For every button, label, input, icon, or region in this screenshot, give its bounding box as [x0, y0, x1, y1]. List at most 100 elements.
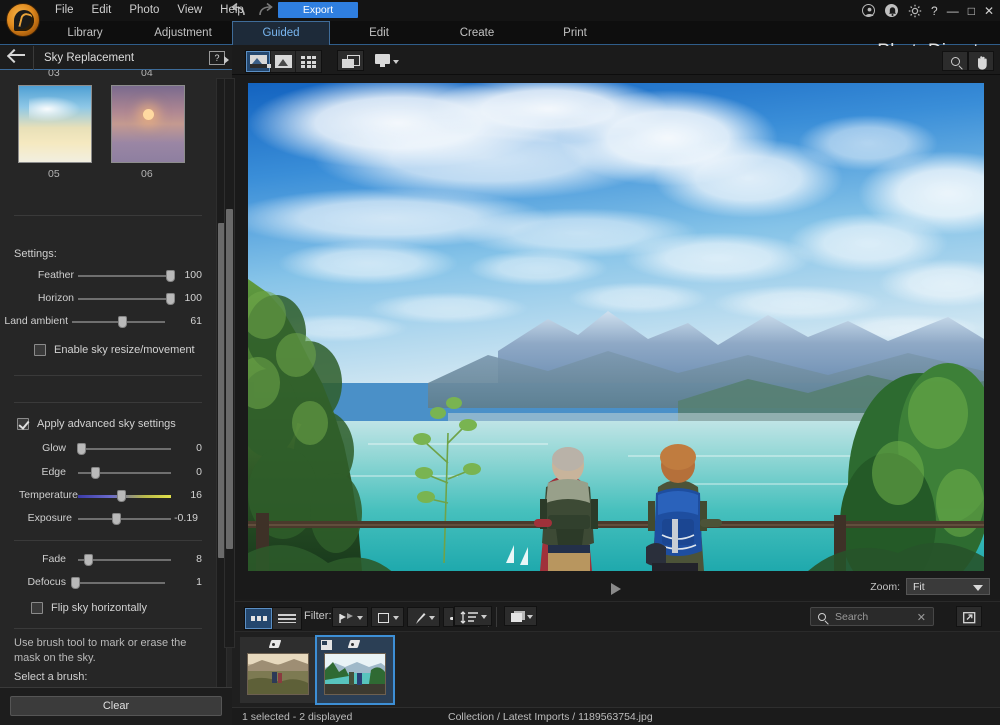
help-icon[interactable]: ? — [931, 5, 938, 17]
clear-button[interactable]: Clear — [10, 696, 222, 716]
gear-icon[interactable] — [908, 4, 922, 18]
checkbox-box[interactable] — [34, 344, 46, 356]
help-tooltip-icon[interactable]: ? — [209, 51, 225, 65]
slider-handle[interactable] — [77, 443, 86, 455]
notification-icon[interactable] — [885, 4, 899, 18]
stack-icon[interactable] — [504, 606, 537, 626]
maximize-button[interactable]: □ — [968, 5, 975, 17]
minimize-button[interactable]: — — [947, 5, 959, 17]
zoom-control: Zoom: Fit — [870, 578, 990, 595]
list-item[interactable] — [240, 637, 316, 703]
search-input[interactable]: Search ✕ — [810, 607, 934, 626]
export-button[interactable]: Export — [278, 2, 358, 18]
sky-preset-thumb-06[interactable] — [111, 85, 185, 163]
slider-defocus[interactable]: Defocus 1 — [8, 575, 202, 591]
divider — [14, 215, 202, 216]
slider-handle[interactable] — [117, 490, 126, 502]
play-slideshow-icon[interactable] — [611, 583, 621, 595]
slider-land-ambient[interactable]: Land ambient 61 — [8, 314, 202, 330]
filmstrip — [232, 631, 1000, 707]
compare-view-icon[interactable] — [337, 50, 364, 71]
tab-guided[interactable]: Guided — [232, 21, 330, 45]
slider-label: Edge — [41, 466, 66, 478]
color-label-filter-icon[interactable] — [407, 607, 440, 627]
single-photo-view-button[interactable] — [271, 51, 296, 72]
list-item[interactable] — [317, 637, 393, 703]
slider-glow[interactable]: Glow 0 — [14, 441, 202, 457]
brush-help-text: Use brush tool to mark or erase the mask… — [14, 636, 194, 666]
undo-icon[interactable] — [230, 2, 248, 19]
tab-edit[interactable]: Edit — [330, 21, 428, 45]
outer-scrollbar[interactable] — [224, 78, 235, 648]
checkbox-box[interactable] — [31, 602, 43, 614]
filmstrip-layout-group — [244, 607, 302, 630]
checkbox-flip-sky[interactable]: Flip sky horizontally — [31, 602, 147, 614]
selection-status: 1 selected - 2 displayed — [242, 711, 352, 723]
hand-pan-icon[interactable] — [968, 51, 994, 71]
popout-window-icon[interactable] — [956, 606, 982, 627]
sky-preset-label-06: 06 — [141, 168, 153, 180]
sky-preset-grid: 03 04 05 06 — [0, 70, 216, 210]
menu-item-view[interactable]: View — [168, 0, 211, 21]
divider — [496, 607, 497, 627]
panel-body: 03 04 05 06 Settings: Feather 100 Horizo… — [0, 70, 216, 725]
thumbnail-layout-icon[interactable] — [245, 608, 273, 629]
back-arrow-icon[interactable] — [0, 46, 34, 70]
slider-label: Horizon — [38, 292, 74, 304]
photodirector-window: File Edit Photo View Help Export — [0, 0, 1000, 725]
slider-edge[interactable]: Edge 0 — [14, 465, 202, 481]
checkbox-enable-sky-resize[interactable]: Enable sky resize/movement — [34, 344, 195, 356]
checkbox-box[interactable] — [17, 418, 29, 430]
magnifier-icon[interactable] — [942, 51, 968, 71]
slider-handle[interactable] — [118, 316, 127, 328]
tag-icon — [349, 640, 361, 649]
secondary-monitor-icon[interactable] — [372, 50, 404, 71]
close-icon[interactable]: ✕ — [917, 611, 926, 624]
zoom-label: Zoom: — [870, 581, 900, 593]
rating-filter-icon[interactable] — [371, 607, 404, 627]
grid-view-button[interactable] — [296, 51, 321, 72]
slider-handle[interactable] — [71, 577, 80, 589]
slider-label: Land ambient — [4, 315, 68, 327]
slider-value: 0 — [170, 442, 202, 454]
photo-filmstrip-view-button[interactable] — [246, 51, 271, 72]
thumbnail-image — [324, 653, 386, 695]
tab-adjustment[interactable]: Adjustment — [134, 21, 232, 45]
slider-handle[interactable] — [91, 467, 100, 479]
outer-scrollbar-thumb[interactable] — [226, 209, 233, 549]
zoom-select[interactable]: Fit — [906, 578, 990, 595]
close-button[interactable]: ✕ — [984, 5, 994, 17]
slider-value: 100 — [170, 269, 202, 281]
menu-item-edit[interactable]: Edit — [83, 0, 121, 21]
redo-icon[interactable] — [256, 2, 274, 19]
slider-temperature[interactable]: Temperature 16 — [0, 488, 202, 504]
photo-viewer: Zoom: Fit — [232, 75, 1000, 599]
chevron-down-icon — [973, 585, 983, 591]
flag-filter-icon[interactable] — [332, 607, 368, 627]
menu-item-file[interactable]: File — [46, 0, 83, 21]
list-layout-icon[interactable] — [273, 608, 301, 629]
slider-handle[interactable] — [112, 513, 121, 525]
slider-horizon[interactable]: Horizon 100 — [14, 291, 202, 307]
sky-preset-label-03: 03 — [48, 70, 60, 79]
tab-library[interactable]: Library — [36, 21, 134, 45]
menu-item-photo[interactable]: Photo — [120, 0, 168, 21]
viewer-tools-group — [942, 51, 994, 71]
account-icon[interactable] — [862, 4, 876, 18]
slider-value: 1 — [170, 576, 202, 588]
tab-create[interactable]: Create — [428, 21, 526, 45]
main-photo[interactable] — [248, 83, 984, 571]
slider-handle[interactable] — [84, 554, 93, 566]
slider-fade[interactable]: Fade 8 — [14, 552, 202, 568]
slider-feather[interactable]: Feather 100 — [14, 268, 202, 284]
sky-preset-label-04: 04 — [141, 70, 153, 79]
slider-exposure[interactable]: Exposure -0.19 — [8, 511, 202, 527]
checkbox-apply-advanced-sky[interactable]: Apply advanced sky settings — [17, 418, 176, 430]
app-logo-icon — [6, 3, 40, 37]
checkbox-label: Flip sky horizontally — [51, 602, 147, 614]
sort-order-icon[interactable] — [454, 606, 492, 626]
select-brush-label: Select a brush: — [14, 671, 87, 683]
sky-preset-thumb-05[interactable] — [18, 85, 92, 163]
search-placeholder: Search — [835, 611, 868, 623]
tab-print[interactable]: Print — [526, 21, 624, 45]
